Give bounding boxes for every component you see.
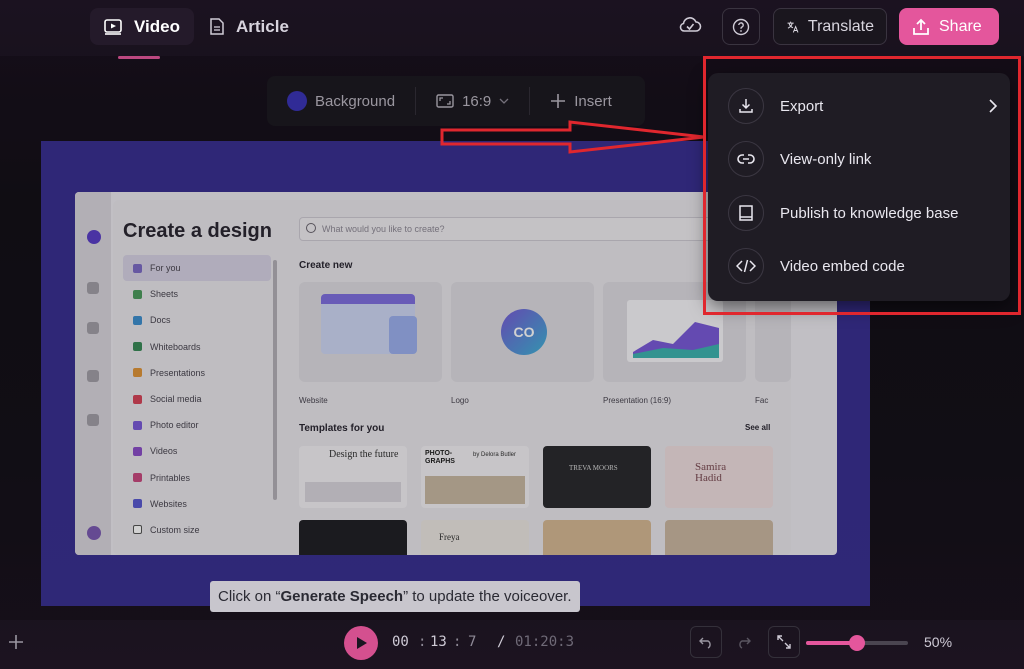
zoom-slider-handle[interactable] xyxy=(849,635,865,651)
modal-nav-item: Social media xyxy=(123,386,271,412)
see-all-link: See all xyxy=(745,423,771,432)
active-tab-indicator xyxy=(118,56,160,59)
upload-icon xyxy=(913,18,929,35)
template-thumb: PHOTO-GRAPHS by Delora Butler xyxy=(421,446,529,508)
create-new-heading: Create new xyxy=(299,260,353,271)
card-website-label: Website xyxy=(299,396,328,405)
time-separator: / xyxy=(497,634,506,650)
card-facebook-label: Fac xyxy=(755,396,769,405)
translate-label: Translate xyxy=(807,17,874,35)
redo-icon xyxy=(739,637,751,649)
annotation-highlight-box xyxy=(703,56,1021,315)
expand-icon xyxy=(777,635,791,649)
modal-nav-item: Docs xyxy=(123,307,271,333)
template-thumb xyxy=(665,520,773,555)
card-logo: CO xyxy=(451,282,594,382)
time-seconds: 13 xyxy=(430,634,447,650)
time-frames: 7 xyxy=(468,634,477,650)
search-icon xyxy=(306,223,316,233)
template-thumb: Design the future xyxy=(299,446,407,508)
aspect-ratio-label: 16:9 xyxy=(462,92,492,110)
chevron-down-icon xyxy=(499,98,509,104)
share-button[interactable]: Share xyxy=(899,8,999,45)
modal-scrollbar xyxy=(273,260,277,500)
zoom-level: 50% xyxy=(924,634,953,650)
time-colon: : xyxy=(453,634,462,650)
player-bar: 00 : 13 : 7 / 01:20:3 50% xyxy=(0,620,1024,669)
document-icon xyxy=(210,18,224,35)
tab-article-label: Article xyxy=(236,16,289,36)
template-thumb: TREVA MOORS xyxy=(543,446,651,508)
modal-nav-item: Sheets xyxy=(123,281,271,307)
caption-suffix: ” to update the voiceover. xyxy=(403,588,572,605)
caption-prefix: Click on “ xyxy=(218,588,281,605)
background-label: Background xyxy=(315,92,396,110)
tab-article[interactable]: Article xyxy=(196,8,303,45)
annotation-arrow xyxy=(440,120,705,154)
play-button[interactable] xyxy=(344,626,378,660)
tab-video[interactable]: Video xyxy=(90,8,194,45)
templates-heading: Templates for you xyxy=(299,423,385,434)
redo-button[interactable] xyxy=(728,626,760,658)
template-thumb: Freya xyxy=(421,520,529,555)
template-thumb: Samira Hadid xyxy=(665,446,773,508)
translate-icon xyxy=(787,21,799,33)
screenshot-sidebar xyxy=(75,192,111,555)
translate-button[interactable]: Translate xyxy=(773,8,887,45)
fullscreen-button[interactable] xyxy=(768,626,800,658)
add-scene-icon[interactable] xyxy=(8,634,24,655)
card-logo-label: Logo xyxy=(451,396,469,405)
tab-video-label: Video xyxy=(134,16,180,36)
modal-nav-item: For you xyxy=(123,255,271,282)
play-icon xyxy=(357,637,367,649)
background-color-swatch xyxy=(287,91,307,111)
zoom-slider[interactable] xyxy=(806,635,908,651)
question-icon xyxy=(732,18,750,35)
modal-nav: For you Sheets Docs Whiteboards Presenta… xyxy=(123,255,271,543)
insert-label: Insert xyxy=(574,92,612,110)
modal-title: Create a design xyxy=(123,220,272,242)
modal-nav-item: Photo editor xyxy=(123,412,271,438)
cloud-saved-icon[interactable] xyxy=(678,14,702,41)
undo-button[interactable] xyxy=(690,626,722,658)
create-design-modal: Create a design What would you like to c… xyxy=(113,200,791,555)
card-presentation-label: Presentation (16:9) xyxy=(603,396,672,405)
time-colon: : xyxy=(418,634,427,650)
time-total: 01:20:3 xyxy=(515,634,575,650)
card-website xyxy=(299,282,442,382)
voiceover-caption: Click on “Generate Speech” to update the… xyxy=(210,581,580,612)
plus-icon xyxy=(551,94,566,108)
modal-nav-item: Presentations xyxy=(123,360,271,386)
modal-nav-item: Printables xyxy=(123,465,271,491)
modal-nav-item: Custom size xyxy=(123,517,271,543)
video-icon xyxy=(104,18,122,35)
modal-nav-item: Whiteboards xyxy=(123,334,271,360)
template-thumb xyxy=(543,520,651,555)
aspect-ratio-icon xyxy=(436,94,454,108)
share-label: Share xyxy=(939,17,982,35)
caption-bold: Generate Speech xyxy=(280,588,404,605)
modal-nav-item: Videos xyxy=(123,438,271,464)
logo-sample: CO xyxy=(501,309,547,355)
help-button[interactable] xyxy=(722,8,760,45)
time-minutes: 00 xyxy=(392,634,409,650)
background-button[interactable]: Background xyxy=(267,76,415,126)
top-bar: Video Article Translate Share xyxy=(0,0,1024,59)
undo-icon xyxy=(699,637,711,649)
template-thumb xyxy=(299,520,407,555)
modal-search-placeholder: What would you like to create? xyxy=(322,224,445,234)
modal-nav-item: Websites xyxy=(123,491,271,517)
